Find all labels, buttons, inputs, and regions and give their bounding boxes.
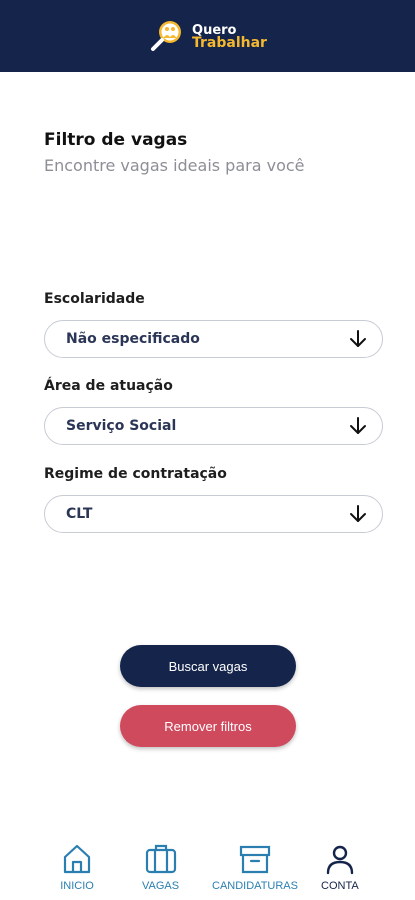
- arrow-down-icon: [350, 330, 366, 347]
- nav-item-vagas[interactable]: VAGAS: [142, 842, 179, 892]
- page-subtitle: Encontre vagas ideais para você: [44, 156, 305, 175]
- user-icon: [326, 845, 354, 875]
- logo-text-line2: Trabalhar: [192, 35, 267, 51]
- regime-contratacao-select[interactable]: CLT: [44, 495, 383, 533]
- area-atuacao-label: Área de atuação: [44, 378, 173, 394]
- nav-item-inicio[interactable]: INICIO: [60, 842, 94, 892]
- arrow-down-icon: [350, 417, 366, 434]
- nav-label-inicio: INICIO: [60, 880, 94, 892]
- regime-contratacao-value: CLT: [66, 506, 93, 522]
- nav-label-conta: CONTA: [321, 880, 359, 892]
- area-atuacao-select[interactable]: Serviço Social: [44, 407, 383, 445]
- nav-item-conta[interactable]: CONTA: [321, 842, 359, 892]
- regime-contratacao-label: Regime de contratação: [44, 466, 227, 482]
- archive-box-icon: [239, 845, 271, 874]
- escolaridade-select[interactable]: Não especificado: [44, 320, 383, 358]
- briefcase-icon: [145, 844, 176, 874]
- escolaridade-label: Escolaridade: [44, 291, 145, 307]
- app-header: Quero Trabalhar: [0, 0, 415, 72]
- remove-filters-button[interactable]: Remover filtros: [120, 705, 296, 747]
- escolaridade-value: Não especificado: [66, 331, 200, 347]
- page-title-block: Filtro de vagas Encontre vagas ideais pa…: [44, 130, 384, 175]
- nav-label-vagas: VAGAS: [142, 880, 180, 892]
- nav-label-candidaturas: CANDIDATURAS: [212, 880, 298, 892]
- area-atuacao-value: Serviço Social: [66, 418, 177, 434]
- arrow-down-icon: [350, 505, 366, 522]
- home-icon: [63, 844, 91, 874]
- bottom-navigation: INICIO VAGAS CANDIDATURAS CONTA: [0, 830, 415, 900]
- page-title: Filtro de vagas: [44, 130, 188, 150]
- nav-item-candidaturas[interactable]: CANDIDATURAS: [212, 842, 298, 892]
- search-people-logo-icon: [151, 21, 182, 51]
- app-logo: Quero Trabalhar: [148, 18, 267, 54]
- search-jobs-button[interactable]: Buscar vagas: [120, 645, 296, 687]
